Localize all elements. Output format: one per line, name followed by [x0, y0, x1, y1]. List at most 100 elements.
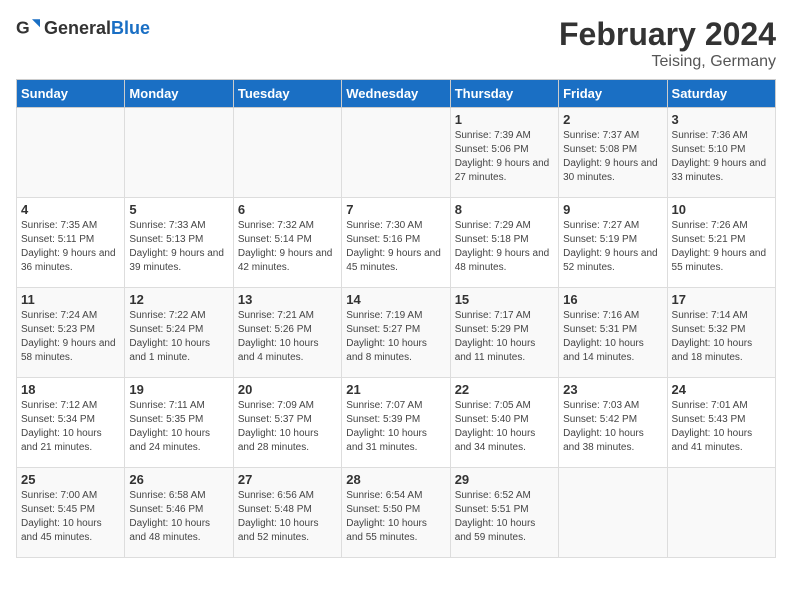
- calendar-cell: 2 Sunrise: 7:37 AMSunset: 5:08 PMDaylight…: [559, 108, 667, 198]
- day-number: 1: [455, 112, 554, 127]
- day-number: 17: [672, 292, 771, 307]
- calendar-table: SundayMondayTuesdayWednesdayThursdayFrid…: [16, 79, 776, 558]
- day-number: 11: [21, 292, 120, 307]
- svg-text:G: G: [16, 18, 30, 38]
- day-number: 27: [238, 472, 337, 487]
- calendar-cell: [233, 108, 341, 198]
- day-number: 6: [238, 202, 337, 217]
- day-number: 9: [563, 202, 662, 217]
- day-info: Sunrise: 7:39 AMSunset: 5:06 PMDaylight:…: [455, 129, 554, 185]
- calendar-cell: 10 Sunrise: 7:26 AMSunset: 5:21 PMDayligh…: [667, 198, 775, 288]
- day-number: 7: [346, 202, 445, 217]
- calendar-cell: 15 Sunrise: 7:17 AMSunset: 5:29 PMDayligh…: [450, 288, 558, 378]
- day-number: 2: [563, 112, 662, 127]
- header: G GeneralBlue February 2024 Teising, Ger…: [16, 16, 776, 71]
- calendar-cell: [559, 468, 667, 558]
- location-title: Teising, Germany: [559, 53, 776, 71]
- calendar-cell: [342, 108, 450, 198]
- calendar-cell: 18 Sunrise: 7:12 AMSunset: 5:34 PMDayligh…: [17, 378, 125, 468]
- day-number: 3: [672, 112, 771, 127]
- day-info: Sunrise: 7:14 AMSunset: 5:32 PMDaylight:…: [672, 309, 771, 365]
- calendar-cell: 6 Sunrise: 7:32 AMSunset: 5:14 PMDaylight…: [233, 198, 341, 288]
- day-number: 5: [129, 202, 228, 217]
- logo-icon: G: [16, 16, 40, 40]
- day-number: 23: [563, 382, 662, 397]
- calendar-cell: 29 Sunrise: 6:52 AMSunset: 5:51 PMDayligh…: [450, 468, 558, 558]
- weekday-header-saturday: Saturday: [667, 80, 775, 108]
- day-info: Sunrise: 7:27 AMSunset: 5:19 PMDaylight:…: [563, 219, 662, 275]
- logo-general: General: [44, 18, 111, 38]
- day-info: Sunrise: 6:56 AMSunset: 5:48 PMDaylight:…: [238, 489, 337, 545]
- calendar-cell: 8Sunrise: 7:29 AMSunset: 5:18 PMDaylight…: [450, 198, 558, 288]
- weekday-header-tuesday: Tuesday: [233, 80, 341, 108]
- day-info: Sunrise: 7:01 AMSunset: 5:43 PMDaylight:…: [672, 399, 771, 455]
- day-number: 19: [129, 382, 228, 397]
- logo: G GeneralBlue: [16, 16, 150, 40]
- day-info: Sunrise: 7:26 AMSunset: 5:21 PMDaylight:…: [672, 219, 771, 275]
- calendar-cell: [125, 108, 233, 198]
- day-info: Sunrise: 7:03 AMSunset: 5:42 PMDaylight:…: [563, 399, 662, 455]
- day-number: 24: [672, 382, 771, 397]
- day-info: Sunrise: 7:09 AMSunset: 5:37 PMDaylight:…: [238, 399, 337, 455]
- calendar-cell: 14 Sunrise: 7:19 AMSunset: 5:27 PMDayligh…: [342, 288, 450, 378]
- day-info: Sunrise: 7:16 AMSunset: 5:31 PMDaylight:…: [563, 309, 662, 365]
- calendar-cell: 7 Sunrise: 7:30 AMSunset: 5:16 PMDaylight…: [342, 198, 450, 288]
- weekday-header-monday: Monday: [125, 80, 233, 108]
- day-number: 8: [455, 202, 554, 217]
- day-number: 28: [346, 472, 445, 487]
- day-number: 18: [21, 382, 120, 397]
- day-number: 15: [455, 292, 554, 307]
- weekday-header-sunday: Sunday: [17, 80, 125, 108]
- day-info: Sunrise: 7:19 AMSunset: 5:27 PMDaylight:…: [346, 309, 445, 365]
- day-info: Sunrise: 7:05 AMSunset: 5:40 PMDaylight:…: [455, 399, 554, 455]
- day-number: 13: [238, 292, 337, 307]
- day-number: 29: [455, 472, 554, 487]
- day-number: 22: [455, 382, 554, 397]
- weekday-header-wednesday: Wednesday: [342, 80, 450, 108]
- month-title: February 2024: [559, 16, 776, 53]
- calendar-cell: 20 Sunrise: 7:09 AMSunset: 5:37 PMDayligh…: [233, 378, 341, 468]
- day-info: Sunrise: 7:30 AMSunset: 5:16 PMDaylight:…: [346, 219, 445, 275]
- day-info: Sunrise: 7:12 AMSunset: 5:34 PMDaylight:…: [21, 399, 120, 455]
- calendar-week-row: 18 Sunrise: 7:12 AMSunset: 5:34 PMDayligh…: [17, 378, 776, 468]
- calendar-week-row: 4Sunrise: 7:35 AMSunset: 5:11 PMDaylight…: [17, 198, 776, 288]
- day-info: Sunrise: 7:37 AMSunset: 5:08 PMDaylight:…: [563, 129, 662, 185]
- day-number: 20: [238, 382, 337, 397]
- calendar-week-row: 25 Sunrise: 7:00 AMSunset: 5:45 PMDayligh…: [17, 468, 776, 558]
- day-info: Sunrise: 7:00 AMSunset: 5:45 PMDaylight:…: [21, 489, 120, 545]
- day-number: 26: [129, 472, 228, 487]
- day-number: 25: [21, 472, 120, 487]
- day-info: Sunrise: 6:58 AMSunset: 5:46 PMDaylight:…: [129, 489, 228, 545]
- day-info: Sunrise: 7:33 AMSunset: 5:13 PMDaylight:…: [129, 219, 228, 275]
- calendar-cell: 19Sunrise: 7:11 AMSunset: 5:35 PMDayligh…: [125, 378, 233, 468]
- calendar-cell: 17 Sunrise: 7:14 AMSunset: 5:32 PMDayligh…: [667, 288, 775, 378]
- day-info: Sunrise: 7:22 AMSunset: 5:24 PMDaylight:…: [129, 309, 228, 365]
- calendar-cell: [17, 108, 125, 198]
- calendar-cell: 21Sunrise: 7:07 AMSunset: 5:39 PMDayligh…: [342, 378, 450, 468]
- calendar-cell: 13Sunrise: 7:21 AMSunset: 5:26 PMDayligh…: [233, 288, 341, 378]
- day-info: Sunrise: 7:17 AMSunset: 5:29 PMDaylight:…: [455, 309, 554, 365]
- day-info: Sunrise: 7:24 AMSunset: 5:23 PMDaylight:…: [21, 309, 120, 365]
- calendar-cell: 26 Sunrise: 6:58 AMSunset: 5:46 PMDayligh…: [125, 468, 233, 558]
- calendar-cell: 27 Sunrise: 6:56 AMSunset: 5:48 PMDayligh…: [233, 468, 341, 558]
- calendar-cell: 3Sunrise: 7:36 AMSunset: 5:10 PMDaylight…: [667, 108, 775, 198]
- weekday-header-friday: Friday: [559, 80, 667, 108]
- calendar-week-row: 11 Sunrise: 7:24 AMSunset: 5:23 PMDayligh…: [17, 288, 776, 378]
- calendar-cell: 12 Sunrise: 7:22 AMSunset: 5:24 PMDayligh…: [125, 288, 233, 378]
- day-number: 10: [672, 202, 771, 217]
- calendar-cell: 4Sunrise: 7:35 AMSunset: 5:11 PMDaylight…: [17, 198, 125, 288]
- calendar-cell: 16Sunrise: 7:16 AMSunset: 5:31 PMDayligh…: [559, 288, 667, 378]
- calendar-cell: 11 Sunrise: 7:24 AMSunset: 5:23 PMDayligh…: [17, 288, 125, 378]
- day-info: Sunrise: 6:52 AMSunset: 5:51 PMDaylight:…: [455, 489, 554, 545]
- day-info: Sunrise: 6:54 AMSunset: 5:50 PMDaylight:…: [346, 489, 445, 545]
- day-number: 14: [346, 292, 445, 307]
- day-info: Sunrise: 7:32 AMSunset: 5:14 PMDaylight:…: [238, 219, 337, 275]
- calendar-cell: 9 Sunrise: 7:27 AMSunset: 5:19 PMDaylight…: [559, 198, 667, 288]
- logo-blue: Blue: [111, 18, 150, 38]
- day-number: 12: [129, 292, 228, 307]
- day-info: Sunrise: 7:07 AMSunset: 5:39 PMDaylight:…: [346, 399, 445, 455]
- calendar-cell: 28 Sunrise: 6:54 AMSunset: 5:50 PMDayligh…: [342, 468, 450, 558]
- calendar-week-row: 1 Sunrise: 7:39 AMSunset: 5:06 PMDaylight…: [17, 108, 776, 198]
- day-number: 4: [21, 202, 120, 217]
- calendar-cell: 22 Sunrise: 7:05 AMSunset: 5:40 PMDayligh…: [450, 378, 558, 468]
